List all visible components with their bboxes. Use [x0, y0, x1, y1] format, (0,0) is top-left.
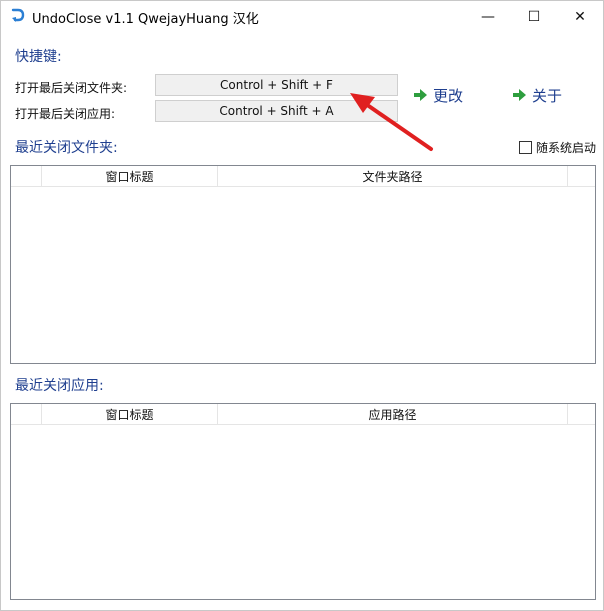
startup-checkbox-box[interactable]	[519, 141, 532, 154]
change-button-label: 更改	[433, 86, 464, 105]
column-header-window-title[interactable]: 窗口标题	[42, 166, 218, 187]
hotkeys-section-title: 快捷键:	[15, 49, 62, 65]
recent-folders-header: 窗口标题 文件夹路径	[11, 166, 595, 187]
about-button[interactable]: 关于	[513, 85, 562, 105]
apps-section-title: 最近关闭应用:	[15, 378, 104, 394]
app-hotkey-field[interactable]: Control + Shift + A	[155, 100, 398, 122]
minimize-button[interactable]: —	[465, 1, 511, 32]
app-hotkey-label: 打开最后关闭应用:	[15, 107, 116, 121]
folder-hotkey-field[interactable]: Control + Shift + F	[155, 74, 398, 96]
title-bar: UndoClose v1.1 QwejayHuang 汉化 — ☐ ✕	[1, 1, 603, 32]
recent-apps-header: 窗口标题 应用路径	[11, 404, 595, 425]
window-title: UndoClose v1.1 QwejayHuang 汉化	[32, 12, 259, 27]
column-header-folder-path[interactable]: 文件夹路径	[218, 166, 568, 187]
folder-hotkey-label: 打开最后关闭文件夹:	[15, 81, 128, 95]
close-button[interactable]: ✕	[557, 1, 603, 32]
green-arrow-icon	[414, 89, 427, 101]
column-header-blank[interactable]	[11, 404, 42, 425]
column-header-filler	[568, 404, 595, 425]
startup-checkbox[interactable]: 随系统启动	[519, 139, 596, 156]
folders-section-title: 最近关闭文件夹:	[15, 140, 118, 156]
column-header-blank[interactable]	[11, 166, 42, 187]
undo-app-icon	[11, 8, 25, 22]
column-header-filler	[568, 166, 595, 187]
undoclose-window: UndoClose v1.1 QwejayHuang 汉化 — ☐ ✕ 快捷键:…	[0, 0, 604, 611]
recent-apps-list[interactable]: 窗口标题 应用路径	[10, 403, 596, 600]
column-header-app-path[interactable]: 应用路径	[218, 404, 568, 425]
column-header-window-title[interactable]: 窗口标题	[42, 404, 218, 425]
startup-checkbox-label: 随系统启动	[536, 141, 597, 155]
change-button[interactable]: 更改	[414, 85, 463, 105]
green-arrow-icon	[513, 89, 526, 101]
recent-folders-list[interactable]: 窗口标题 文件夹路径	[10, 165, 596, 364]
about-button-label: 关于	[532, 86, 563, 105]
maximize-button[interactable]: ☐	[511, 1, 557, 32]
